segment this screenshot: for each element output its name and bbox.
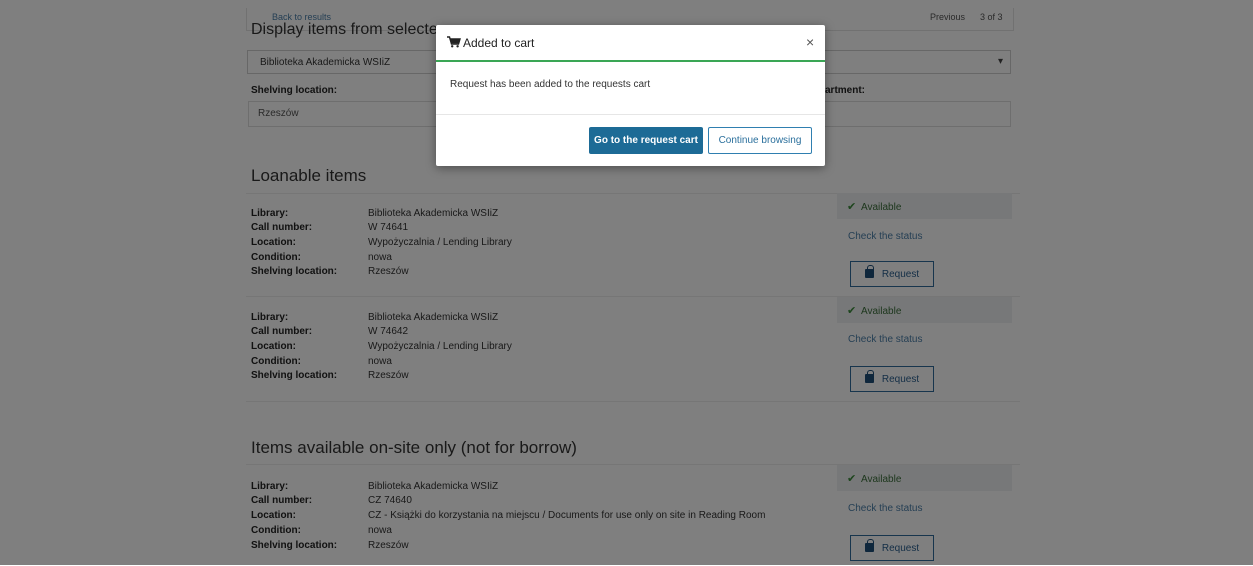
- shopping-cart-icon: [447, 36, 461, 48]
- dialog-header: Added to cart ×: [436, 25, 825, 62]
- continue-browsing-button[interactable]: Continue browsing: [708, 127, 812, 154]
- dialog-message: Request has been added to the requests c…: [450, 79, 651, 90]
- go-to-request-cart-button[interactable]: Go to the request cart: [589, 127, 703, 154]
- dialog-title: Added to cart: [463, 36, 535, 50]
- added-to-cart-dialog: Added to cart × Request has been added t…: [436, 25, 825, 166]
- close-icon[interactable]: ×: [806, 34, 814, 50]
